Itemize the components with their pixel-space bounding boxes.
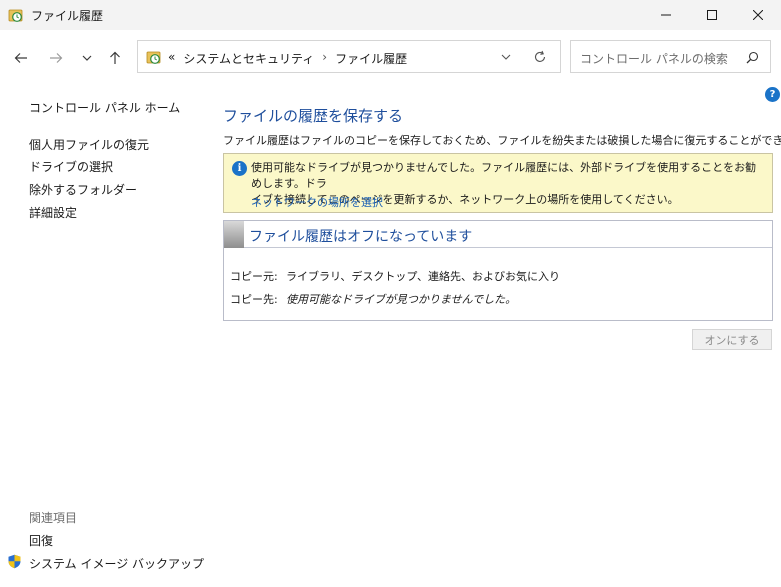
copy-from-label: コピー元: [230,270,278,283]
minimize-button[interactable] [643,0,689,30]
page-title: ファイルの履歴を保存する [223,107,404,125]
maximize-icon [707,10,717,20]
status-header: ファイル履歴はオフになっています [224,221,772,248]
status-panel: ファイル履歴はオフになっています コピー元: ライブラリ、デスクトップ、連絡先、… [223,220,773,321]
forward-button[interactable] [45,47,67,69]
copy-from-value: ライブラリ、デスクトップ、連絡先、およびお気に入り [286,270,561,283]
breadcrumb: « システムとセキュリティ › ファイル履歴 [168,50,407,67]
sidebar-item-restore-files[interactable]: 個人用ファイルの復元 [29,136,149,153]
sidebar-item-select-drive[interactable]: ドライブの選択 [29,158,113,175]
arrow-up-icon [110,51,120,64]
sidebar-item-control-panel-home[interactable]: コントロール パネル ホーム [29,99,180,116]
minimize-icon [661,14,671,16]
chevron-down-icon[interactable] [500,51,512,63]
related-item-system-image-backup[interactable]: システム イメージ バックアップ [29,555,204,572]
window-title: ファイル履歴 [31,8,104,23]
close-icon [753,10,763,20]
sidebar-item-exclude-folders[interactable]: 除外するフォルダー [29,181,137,198]
arrow-left-icon [14,53,27,63]
breadcrumb-overflow[interactable]: « [168,50,175,67]
title-bar: ファイル履歴 [0,0,781,30]
page-description: ファイル履歴はファイルのコピーを保存しておくため、ファイルを紛失または破損した場… [223,134,781,147]
breadcrumb-item-file-history[interactable]: ファイル履歴 [335,50,407,67]
related-item-recovery[interactable]: 回復 [29,532,53,549]
arrow-right-icon [50,53,63,63]
address-bar[interactable]: « システムとセキュリティ › ファイル履歴 [137,40,561,73]
breadcrumb-item-system-security[interactable]: システムとセキュリティ [183,50,314,67]
related-title: 関連項目 [29,511,78,525]
window-controls [643,0,781,30]
copy-to-label: コピー先: [230,293,278,306]
turn-on-button[interactable]: オンにする [692,329,772,350]
file-history-icon [8,9,23,22]
info-banner: i 使用可能なドライブが見つかりませんでした。ファイル履歴には、外部ドライブを使… [223,153,773,213]
navigation-bar: « システムとセキュリティ › ファイル履歴 コントロール パネルの検索 [0,30,781,84]
status-title: ファイル履歴はオフになっています [249,229,473,245]
up-button[interactable] [104,47,126,69]
info-message-line1: 使用可能なドライブが見つかりませんでした。ファイル履歴には、外部ドライブを使用す… [251,161,757,190]
search-icon[interactable] [746,51,759,64]
breadcrumb-separator[interactable]: › [322,50,327,67]
recent-locations-button[interactable] [76,47,98,69]
copy-to-value: 使用可能なドライブが見つかりませんでした。 [286,293,517,306]
sidebar-item-advanced-settings[interactable]: 詳細設定 [29,204,77,221]
close-button[interactable] [735,0,781,30]
maximize-button[interactable] [689,0,735,30]
back-button[interactable] [10,47,32,69]
chevron-down-icon [82,55,92,61]
search-placeholder: コントロール パネルの検索 [580,52,728,66]
status-indicator [224,221,244,248]
shield-icon [8,554,21,569]
search-input[interactable]: コントロール パネルの検索 [570,40,771,73]
file-history-icon [146,51,161,64]
help-icon[interactable]: ? [765,87,780,102]
refresh-icon[interactable] [533,50,547,64]
select-network-location-link[interactable]: ネットワークの場所を選択 [251,194,383,210]
info-icon: i [232,161,247,176]
